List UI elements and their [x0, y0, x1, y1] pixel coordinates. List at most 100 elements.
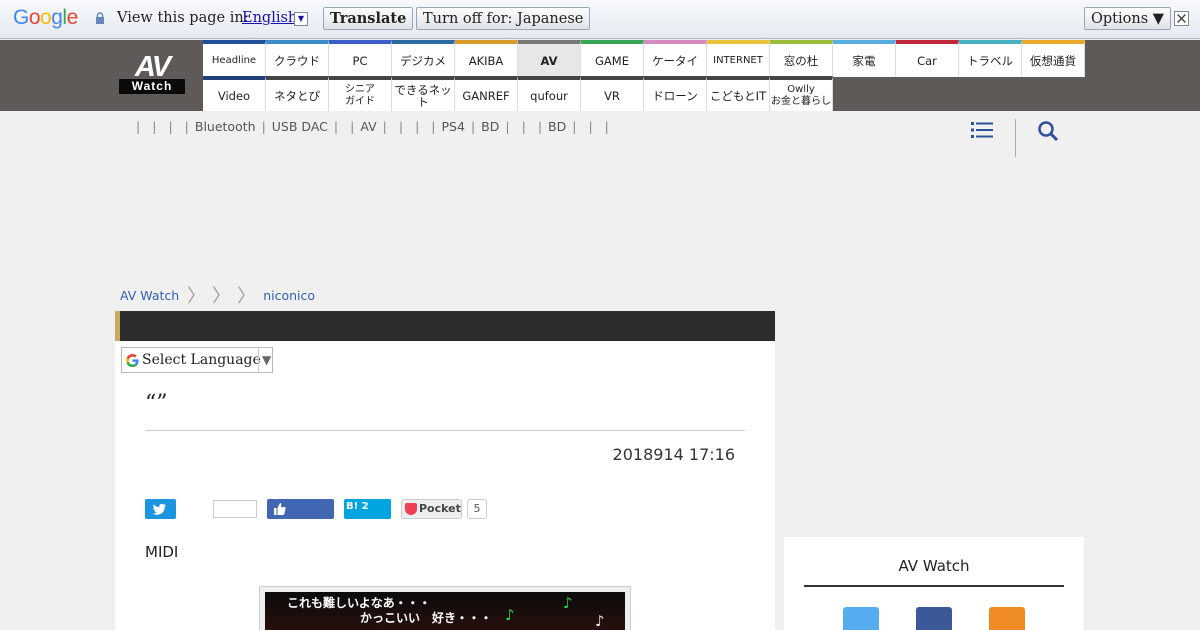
nav-row-1: Headline クラウド PC デジカメ AKIBA AV GAME ケータイ INTERNE…: [203, 40, 1085, 77]
nav-item[interactable]: GAME: [581, 40, 644, 77]
nav-item[interactable]: AV: [518, 40, 581, 77]
breadcrumb-current[interactable]: niconico: [263, 288, 315, 303]
nav-item[interactable]: シニア ガイド: [329, 76, 392, 111]
nav-row-2: Video ネタとぴ シニア ガイド できるネット GANREF qufour VR ドローン…: [203, 76, 833, 111]
article: Select Language ▼ “” 2018914 17:16 6 B! …: [115, 311, 775, 630]
subnav-separator: |: [398, 119, 404, 134]
music-note-icon: ♪: [505, 606, 515, 624]
subnav-separator: |: [588, 119, 593, 134]
sidebar-divider: [804, 585, 1064, 587]
pocket-button[interactable]: Pocket: [401, 499, 462, 519]
nav-item[interactable]: PC: [329, 40, 392, 77]
google-logo: Google: [13, 6, 78, 29]
rss-feed-icon[interactable]: [989, 607, 1025, 630]
nav-item[interactable]: クラウド: [266, 40, 329, 77]
list-menu-icon[interactable]: [971, 121, 993, 139]
pocket-label: Pocket: [419, 502, 461, 515]
search-icon[interactable]: [1037, 120, 1059, 142]
language-dropdown-icon[interactable]: ▼: [294, 12, 308, 26]
sidebar-title: AV Watch: [898, 557, 970, 575]
av-watch-logo[interactable]: AV Watch: [119, 53, 185, 94]
nav-item[interactable]: トラベル: [959, 40, 1022, 77]
subnav-separator: |: [168, 119, 173, 134]
article-image-frame[interactable]: これも難しいよなあ・・・ かっこいい 好き・・・ ♪ ♪ ♪: [259, 586, 631, 630]
subnav-item[interactable]: PS4: [442, 119, 465, 134]
nav-item[interactable]: ネタとぴ: [266, 76, 329, 111]
subnav-separator: |: [382, 119, 387, 134]
breadcrumb: AV Watch 〉〉〉 niconico: [120, 280, 315, 307]
subnav-separator: |: [470, 119, 476, 134]
subnav-separator: |: [261, 119, 266, 134]
title-divider: [145, 430, 745, 431]
subnav-separator: |: [152, 119, 157, 134]
breadcrumb-separator: 〉: [212, 286, 222, 307]
twitter-count-box: [213, 500, 257, 518]
nav-item[interactable]: ドローン: [644, 76, 707, 111]
nav-item[interactable]: VR: [581, 76, 644, 111]
image-caption-2: かっこいい 好き・・・: [360, 611, 493, 625]
pocket-count: 5: [467, 499, 487, 519]
google-g-icon: [126, 353, 139, 368]
subnav-separator: |: [572, 119, 577, 134]
nav-item[interactable]: Video: [203, 76, 266, 111]
twitter-icon: [152, 503, 166, 515]
subnav-separator: |: [136, 119, 141, 134]
nav-item[interactable]: ケータイ: [644, 40, 707, 77]
breadcrumb-separator: 〉: [237, 286, 256, 307]
breadcrumb-separator: 〉: [187, 286, 197, 307]
nav-item[interactable]: Car: [896, 40, 959, 77]
view-page-label: View this page in:: [117, 10, 249, 26]
facebook-like-button[interactable]: 6: [267, 499, 434, 519]
dropdown-arrow-icon: ▼: [258, 348, 271, 372]
nav-item[interactable]: INTERNET: [707, 40, 770, 77]
twitter-follow-icon[interactable]: [843, 607, 879, 630]
sub-nav: | | | | Bluetooth | USB DAC | | AV | | | | PS4 | BD | | | BD…: [130, 119, 615, 134]
subnav-item[interactable]: AV: [360, 119, 376, 134]
turn-off-button[interactable]: Turn off for: Japanese: [416, 7, 591, 30]
subnav-item[interactable]: BD: [548, 119, 566, 134]
article-date: 2018914 17:16: [612, 445, 735, 464]
subnav-separator: |: [505, 119, 510, 134]
twitter-share-button[interactable]: [145, 499, 176, 519]
close-icon[interactable]: [1174, 11, 1189, 26]
nav-item[interactable]: GANREF: [455, 76, 518, 111]
subnav-separator: |: [537, 119, 543, 134]
subnav-separator: |: [415, 119, 420, 134]
facebook-follow-icon[interactable]: [916, 607, 952, 630]
thumbs-up-icon: [274, 503, 286, 515]
lock-icon: [96, 12, 104, 24]
subnav-item[interactable]: BD: [481, 119, 499, 134]
article-body: MIDI: [145, 543, 179, 561]
options-button[interactable]: Options ▼: [1084, 7, 1171, 30]
nav-item[interactable]: デジカメ: [392, 40, 455, 77]
language-select[interactable]: English: [242, 10, 297, 26]
hatena-bookmark-button[interactable]: B! 2: [344, 499, 391, 519]
subnav-separator: |: [333, 119, 339, 134]
translate-button[interactable]: Translate: [323, 7, 414, 30]
subnav-separator: |: [604, 119, 609, 134]
translate-bar: Google View this page in: English ▼ Tran…: [0, 0, 1200, 39]
sidebar-social: AV Watch: [784, 537, 1084, 630]
nav-item[interactable]: こどもとIT: [707, 76, 770, 111]
nav-item[interactable]: 仮想通貨: [1022, 40, 1085, 77]
subnav-item[interactable]: Bluetooth: [195, 119, 256, 134]
select-language-widget[interactable]: Select Language ▼: [121, 347, 273, 373]
nav-item[interactable]: AKIBA: [455, 40, 518, 77]
breadcrumb-home[interactable]: AV Watch: [120, 288, 179, 303]
subnav-separator: |: [184, 119, 189, 134]
music-note-icon: ♪: [595, 612, 605, 630]
nav-item[interactable]: 窓の杜: [770, 40, 833, 77]
nav-item[interactable]: Owlly お金と暮らし: [770, 76, 833, 111]
music-note-icon: ♪: [563, 594, 573, 612]
header-divider: [1015, 119, 1016, 157]
subnav-separator: |: [521, 119, 526, 134]
select-language-label: Select Language: [142, 352, 261, 368]
nav-item[interactable]: Headline: [203, 40, 266, 77]
subnav-separator: |: [350, 119, 355, 134]
nav-item[interactable]: qufour: [518, 76, 581, 111]
subnav-separator: |: [431, 119, 436, 134]
subnav-item[interactable]: USB DAC: [272, 119, 328, 134]
article-title: “”: [145, 391, 168, 416]
nav-item[interactable]: 家電: [833, 40, 896, 77]
nav-item[interactable]: できるネット: [392, 76, 455, 111]
